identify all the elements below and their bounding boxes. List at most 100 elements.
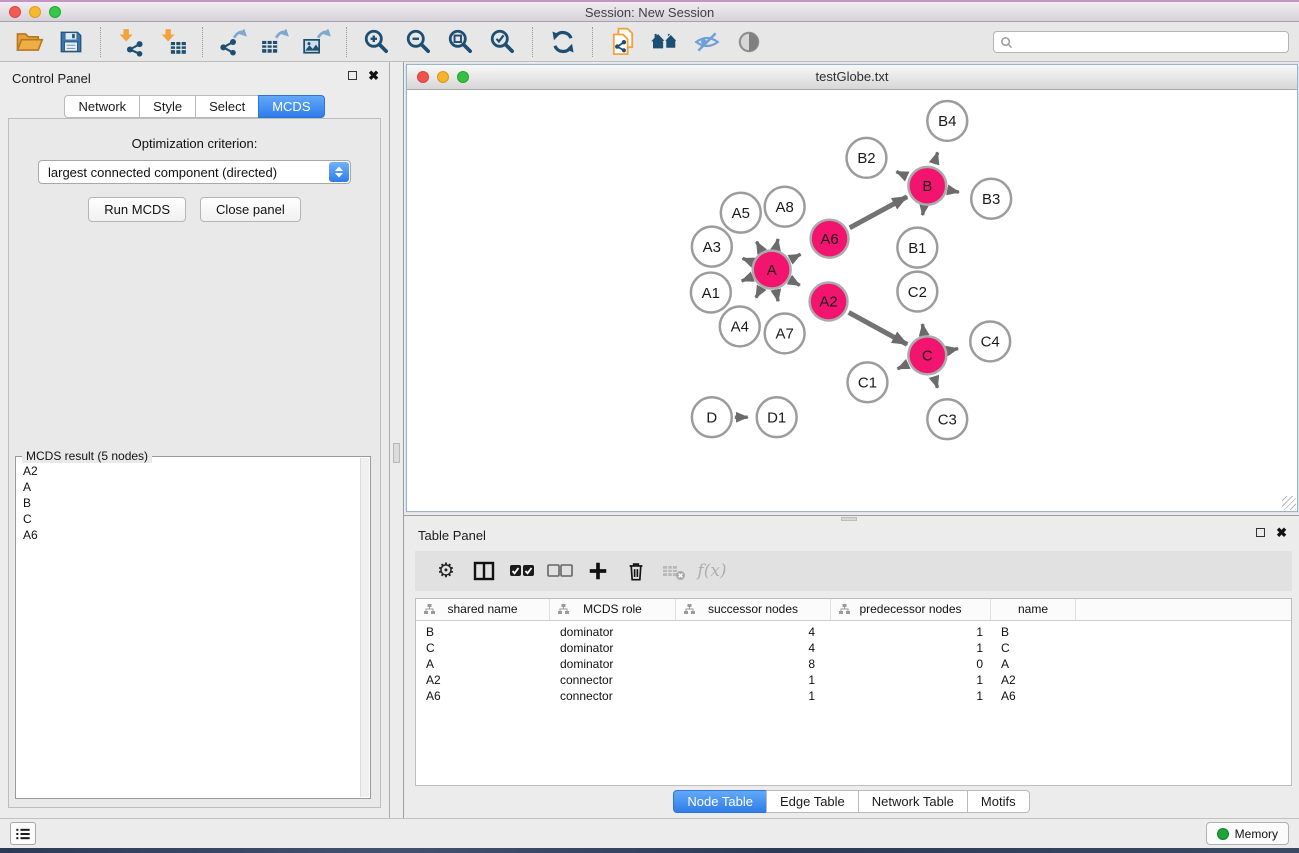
node-B1[interactable]: B1 [897,228,937,268]
import-network-button[interactable] [110,24,152,60]
result-scrollbar[interactable] [360,458,369,797]
table-row[interactable]: Adominator80A [416,656,1291,672]
tab-style[interactable]: Style [139,95,196,118]
column-header-predecessor-nodes[interactable]: predecessor nodes [831,599,991,620]
tab-node-table[interactable]: Node Table [673,790,767,813]
table-row[interactable]: A6connector11A6 [416,688,1291,704]
run-mcds-button[interactable]: Run MCDS [88,197,186,222]
close-panel-icon[interactable]: ✖ [368,70,379,81]
node-B3[interactable]: B3 [971,179,1011,219]
minimize-frame-icon[interactable] [437,71,449,83]
column-header-shared-name[interactable]: shared name [416,599,550,620]
zoom-selected-button[interactable] [482,24,524,60]
node-A1[interactable]: A1 [691,273,731,313]
right-pane: testGlobe.txt A A1 A2 A3 A4 A5 A6 A7 A8 B B1 B2 B3B4… [404,62,1299,818]
node-C1[interactable]: C1 [848,362,888,402]
show-all-button[interactable] [728,24,770,60]
column-header-successor-nodes[interactable]: successor nodes [676,599,831,620]
node-C2[interactable]: C2 [897,272,937,312]
mcds-result-item[interactable]: A2 [23,463,354,479]
node-B2[interactable]: B2 [847,138,887,178]
node-A3[interactable]: A3 [692,227,732,267]
refresh-view-button[interactable] [542,24,584,60]
node-A2[interactable]: A2 [810,283,848,321]
tab-edge-table[interactable]: Edge Table [766,790,859,813]
column-header-name[interactable]: name [991,599,1076,620]
mcds-result-item[interactable]: A [23,479,354,495]
close-panel-icon[interactable]: ✖ [1276,527,1287,538]
float-panel-icon[interactable] [1256,528,1265,537]
zoom-out-button[interactable] [398,24,440,60]
network-frame-titlebar[interactable]: testGlobe.txt [407,65,1297,90]
column-visibility-button[interactable] [465,553,503,589]
node-A5[interactable]: A5 [721,193,761,233]
svg-text:A7: A7 [776,326,794,343]
close-panel-button[interactable]: Close panel [200,197,301,222]
zoom-fit-button[interactable] [440,24,482,60]
table-settings-button[interactable]: ⚙ [427,553,465,589]
task-history-button[interactable] [10,822,36,845]
tab-network-table[interactable]: Network Table [858,790,968,813]
export-image-button[interactable] [296,24,338,60]
edge-B-B3 [950,190,959,192]
show-network-overview-button[interactable] [644,24,686,60]
export-table-button[interactable] [254,24,296,60]
open-file-button[interactable] [8,24,50,60]
tab-network[interactable]: Network [64,95,140,118]
node-C4[interactable]: C4 [970,321,1010,361]
toolbar-separator [202,27,204,57]
control-tabs: NetworkStyleSelectMCDS [0,95,389,118]
memory-button[interactable]: Memory [1206,822,1289,845]
node-B[interactable]: B [908,167,946,205]
add-column-button[interactable] [579,553,617,589]
export-network-button[interactable] [212,24,254,60]
edge-A-A1 [742,278,751,281]
vertical-split-divider[interactable] [390,62,404,818]
table-row[interactable]: A2connector11A2 [416,672,1291,688]
save-session-button[interactable] [50,24,92,60]
resize-grip[interactable] [1282,496,1296,510]
node-C[interactable]: C [908,336,946,374]
delete-column-button[interactable] [617,553,655,589]
node-B4[interactable]: B4 [927,101,967,141]
node-A8[interactable]: A8 [765,187,805,227]
node-A4[interactable]: A4 [720,306,760,346]
maximize-frame-icon[interactable] [457,71,469,83]
float-panel-icon[interactable] [348,71,357,80]
table-header-row: shared nameMCDS rolesuccessor nodesprede… [416,599,1291,621]
deselect-all-button[interactable] [541,553,579,589]
table-row[interactable]: Cdominator41C [416,640,1291,656]
mcds-result-item[interactable]: C [23,511,354,527]
eye-icon [735,28,763,56]
zoom-in-button[interactable] [356,24,398,60]
shared-column-icon [424,604,435,614]
node-A[interactable]: A [753,251,791,289]
trash-icon [625,560,647,582]
hide-selected-button[interactable] [686,24,728,60]
network-canvas[interactable]: A A1 A2 A3 A4 A5 A6 A7 A8 B B1 B2 B3B4 C C1 C2 C3 C4 D D1 [407,89,1297,511]
zoom-out-icon [405,28,433,56]
svg-text:C4: C4 [981,334,1000,351]
criterion-value: largest connected component (directed) [48,165,277,180]
node-A6[interactable]: A6 [811,220,849,258]
column-header-mcds-role[interactable]: MCDS role [550,599,676,620]
svg-text:A8: A8 [776,199,794,216]
duplicate-network-button[interactable] [602,24,644,60]
tab-select[interactable]: Select [195,95,259,118]
close-frame-icon[interactable] [417,71,429,83]
select-all-button[interactable] [503,553,541,589]
node-A7[interactable]: A7 [765,313,805,353]
svg-text:D: D [706,409,717,426]
table-row[interactable]: Bdominator41B [416,624,1291,640]
tab-mcds[interactable]: MCDS [258,95,324,118]
import-table-button[interactable] [152,24,194,60]
node-C3[interactable]: C3 [927,399,967,439]
tab-motifs[interactable]: Motifs [967,790,1030,813]
mcds-result-item[interactable]: B [23,495,354,511]
node-D[interactable]: D [692,397,732,437]
node-D1[interactable]: D1 [757,397,797,437]
divider-handle[interactable] [393,443,400,463]
criterion-select[interactable]: largest connected component (directed) [38,160,351,184]
mcds-result-item[interactable]: A6 [23,527,354,543]
search-input[interactable] [1017,34,1282,50]
